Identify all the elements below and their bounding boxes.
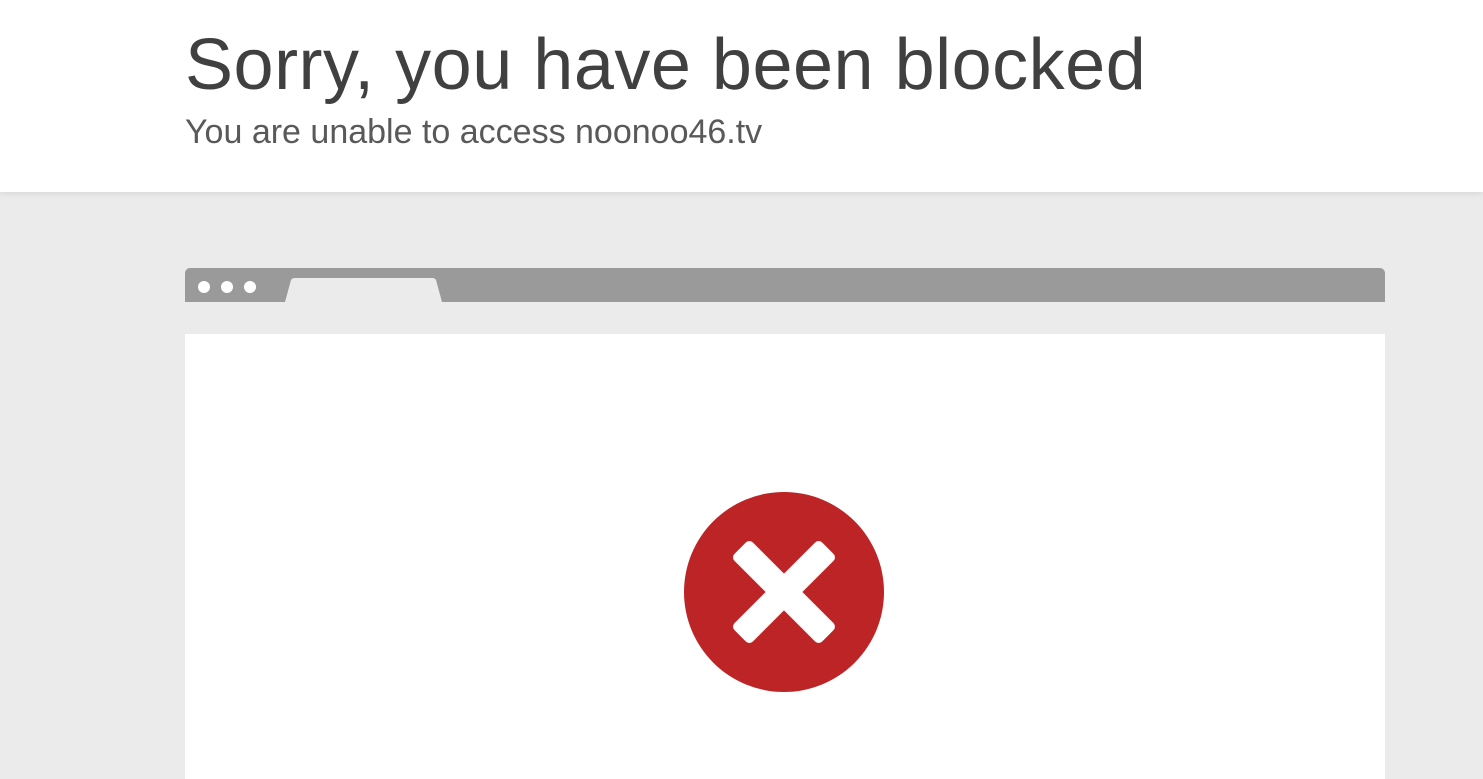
window-dot-icon bbox=[198, 281, 210, 293]
error-x-icon bbox=[684, 492, 884, 692]
page-subtitle: You are unable to access noonoo46.tv bbox=[185, 113, 763, 151]
browser-content-panel bbox=[185, 334, 1385, 779]
window-dot-icon bbox=[221, 281, 233, 293]
window-dot-icon bbox=[244, 281, 256, 293]
browser-tab bbox=[285, 278, 442, 302]
main-area bbox=[0, 192, 1483, 779]
browser-window-bar bbox=[185, 268, 1385, 302]
page-header: Sorry, you have been blocked You are una… bbox=[0, 0, 1483, 192]
page-title: Sorry, you have been blocked bbox=[185, 25, 1147, 105]
